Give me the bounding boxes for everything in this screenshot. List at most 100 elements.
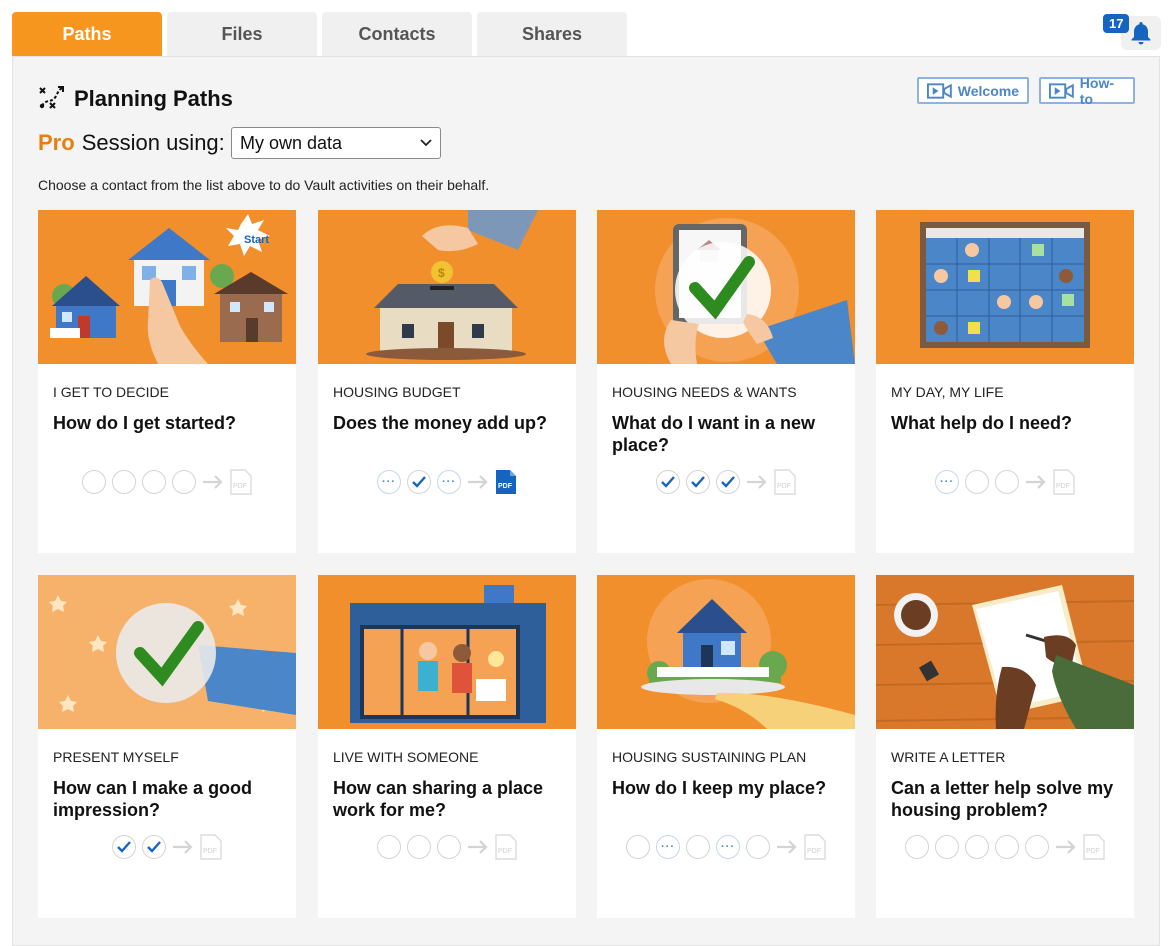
pdf-icon: PDF bbox=[1083, 834, 1105, 860]
pdf-icon: PDF bbox=[774, 469, 796, 495]
svg-text:PDF: PDF bbox=[777, 483, 791, 490]
progress-steps: PDF bbox=[38, 469, 296, 495]
video-icon bbox=[927, 82, 952, 99]
card-illustration bbox=[876, 575, 1134, 729]
arrow-right-icon bbox=[203, 475, 223, 489]
step-in-progress-icon: ··· bbox=[716, 835, 740, 859]
step-empty-icon bbox=[407, 835, 431, 859]
path-card-live-with-someone[interactable]: LIVE WITH SOMEONE How can sharing a plac… bbox=[318, 575, 576, 918]
arrow-right-icon bbox=[468, 840, 488, 854]
session-data-select[interactable]: My own data bbox=[231, 127, 441, 159]
step-empty-icon bbox=[626, 835, 650, 859]
arrow-right-icon bbox=[747, 475, 767, 489]
bell-icon bbox=[1131, 22, 1151, 45]
session-selected-value: My own data bbox=[240, 132, 343, 153]
svg-text:PDF: PDF bbox=[498, 483, 513, 490]
svg-text:$: $ bbox=[438, 266, 445, 280]
arrow-right-icon bbox=[1056, 840, 1076, 854]
pdf-icon[interactable]: PDF bbox=[495, 469, 517, 495]
svg-text:PDF: PDF bbox=[233, 483, 247, 490]
card-illustration: Start bbox=[38, 210, 296, 364]
arrow-right-icon bbox=[1026, 475, 1046, 489]
chevron-down-icon bbox=[420, 139, 432, 147]
notifications[interactable]: 17 bbox=[1103, 14, 1161, 50]
step-complete-icon bbox=[407, 470, 431, 494]
step-empty-icon bbox=[905, 835, 929, 859]
step-in-progress-icon: ··· bbox=[377, 470, 401, 494]
step-empty-icon bbox=[965, 835, 989, 859]
step-empty-icon bbox=[686, 835, 710, 859]
card-question: How do I get started? bbox=[53, 413, 237, 433]
howto-video-button[interactable]: How-to bbox=[1039, 74, 1135, 107]
step-empty-icon bbox=[746, 835, 770, 859]
step-empty-icon bbox=[172, 470, 196, 494]
step-in-progress-icon: ··· bbox=[656, 835, 680, 859]
card-category: HOUSING SUSTAINING PLAN bbox=[612, 749, 807, 765]
progress-steps: PDF bbox=[38, 834, 296, 860]
tab-contacts[interactable]: Contacts bbox=[322, 12, 472, 56]
step-complete-icon bbox=[656, 470, 680, 494]
svg-text:PDF: PDF bbox=[203, 848, 217, 855]
pdf-icon: PDF bbox=[804, 834, 826, 860]
welcome-label: Welcome bbox=[957, 82, 1019, 99]
svg-text:PDF: PDF bbox=[1086, 848, 1100, 855]
path-card-needs-wants[interactable]: HOUSING NEEDS & WANTS What do I want in … bbox=[597, 210, 855, 553]
step-empty-icon bbox=[1025, 835, 1049, 859]
card-question: What do I want in a new place? bbox=[612, 413, 816, 455]
card-category: HOUSING BUDGET bbox=[333, 384, 461, 400]
notification-count-badge: 17 bbox=[1103, 14, 1130, 33]
path-card-get-started[interactable]: Start I GET TO DECIDE How do I get start… bbox=[38, 210, 296, 553]
step-complete-icon bbox=[142, 835, 166, 859]
step-empty-icon bbox=[995, 470, 1019, 494]
arrow-right-icon bbox=[173, 840, 193, 854]
path-card-present-myself[interactable]: PRESENT MYSELF How can I make a good imp… bbox=[38, 575, 296, 918]
card-illustration: $ bbox=[318, 210, 576, 364]
svg-text:PDF: PDF bbox=[498, 848, 512, 855]
howto-label: How-to bbox=[1079, 74, 1114, 107]
progress-steps: ··· ··· PDF bbox=[318, 469, 576, 495]
step-empty-icon bbox=[437, 835, 461, 859]
path-card-my-day[interactable]: MY DAY, MY LIFE What help do I need? ···… bbox=[876, 210, 1134, 553]
tab-paths[interactable]: Paths bbox=[12, 12, 162, 56]
tab-files[interactable]: Files bbox=[167, 12, 317, 56]
welcome-video-button[interactable]: Welcome bbox=[917, 77, 1029, 104]
step-empty-icon bbox=[82, 470, 106, 494]
contact-hint-text: Choose a contact from the list above to … bbox=[38, 177, 490, 193]
card-question: How can sharing a place work for me? bbox=[333, 778, 544, 820]
progress-steps: ··· PDF bbox=[876, 469, 1134, 495]
pro-label: Pro bbox=[38, 130, 75, 155]
card-illustration bbox=[597, 575, 855, 729]
video-icon bbox=[1049, 82, 1074, 99]
progress-steps: PDF bbox=[597, 469, 855, 495]
path-card-sustaining-plan[interactable]: HOUSING SUSTAINING PLAN How do I keep my… bbox=[597, 575, 855, 918]
progress-steps: ··· ··· PDF bbox=[597, 834, 855, 860]
card-category: MY DAY, MY LIFE bbox=[891, 384, 1004, 400]
step-complete-icon bbox=[686, 470, 710, 494]
pdf-icon: PDF bbox=[200, 834, 222, 860]
progress-steps: PDF bbox=[876, 834, 1134, 860]
tab-shares[interactable]: Shares bbox=[477, 12, 627, 56]
svg-text:PDF: PDF bbox=[1056, 483, 1070, 490]
path-icon bbox=[39, 86, 64, 109]
path-card-budget[interactable]: $ HOUSING BUDGET Does the money add up? … bbox=[318, 210, 576, 553]
pdf-icon: PDF bbox=[495, 834, 517, 860]
step-empty-icon bbox=[142, 470, 166, 494]
step-empty-icon bbox=[965, 470, 989, 494]
card-illustration bbox=[876, 210, 1134, 364]
card-question: Does the money add up? bbox=[333, 413, 548, 433]
card-illustration bbox=[38, 575, 296, 729]
step-complete-icon bbox=[716, 470, 740, 494]
step-empty-icon bbox=[377, 835, 401, 859]
step-complete-icon bbox=[112, 835, 136, 859]
card-question: How do I keep my place? bbox=[612, 778, 827, 798]
card-category: I GET TO DECIDE bbox=[53, 384, 169, 400]
main-tabs: Paths Files Contacts Shares bbox=[12, 12, 627, 56]
step-empty-icon bbox=[112, 470, 136, 494]
card-question: Can a letter help solve my housing probl… bbox=[891, 778, 1114, 820]
step-in-progress-icon: ··· bbox=[935, 470, 959, 494]
pdf-icon: PDF bbox=[230, 469, 252, 495]
path-card-write-letter[interactable]: WRITE A LETTER Can a letter help solve m… bbox=[876, 575, 1134, 918]
pdf-icon: PDF bbox=[1053, 469, 1075, 495]
progress-steps: PDF bbox=[318, 834, 576, 860]
step-empty-icon bbox=[935, 835, 959, 859]
